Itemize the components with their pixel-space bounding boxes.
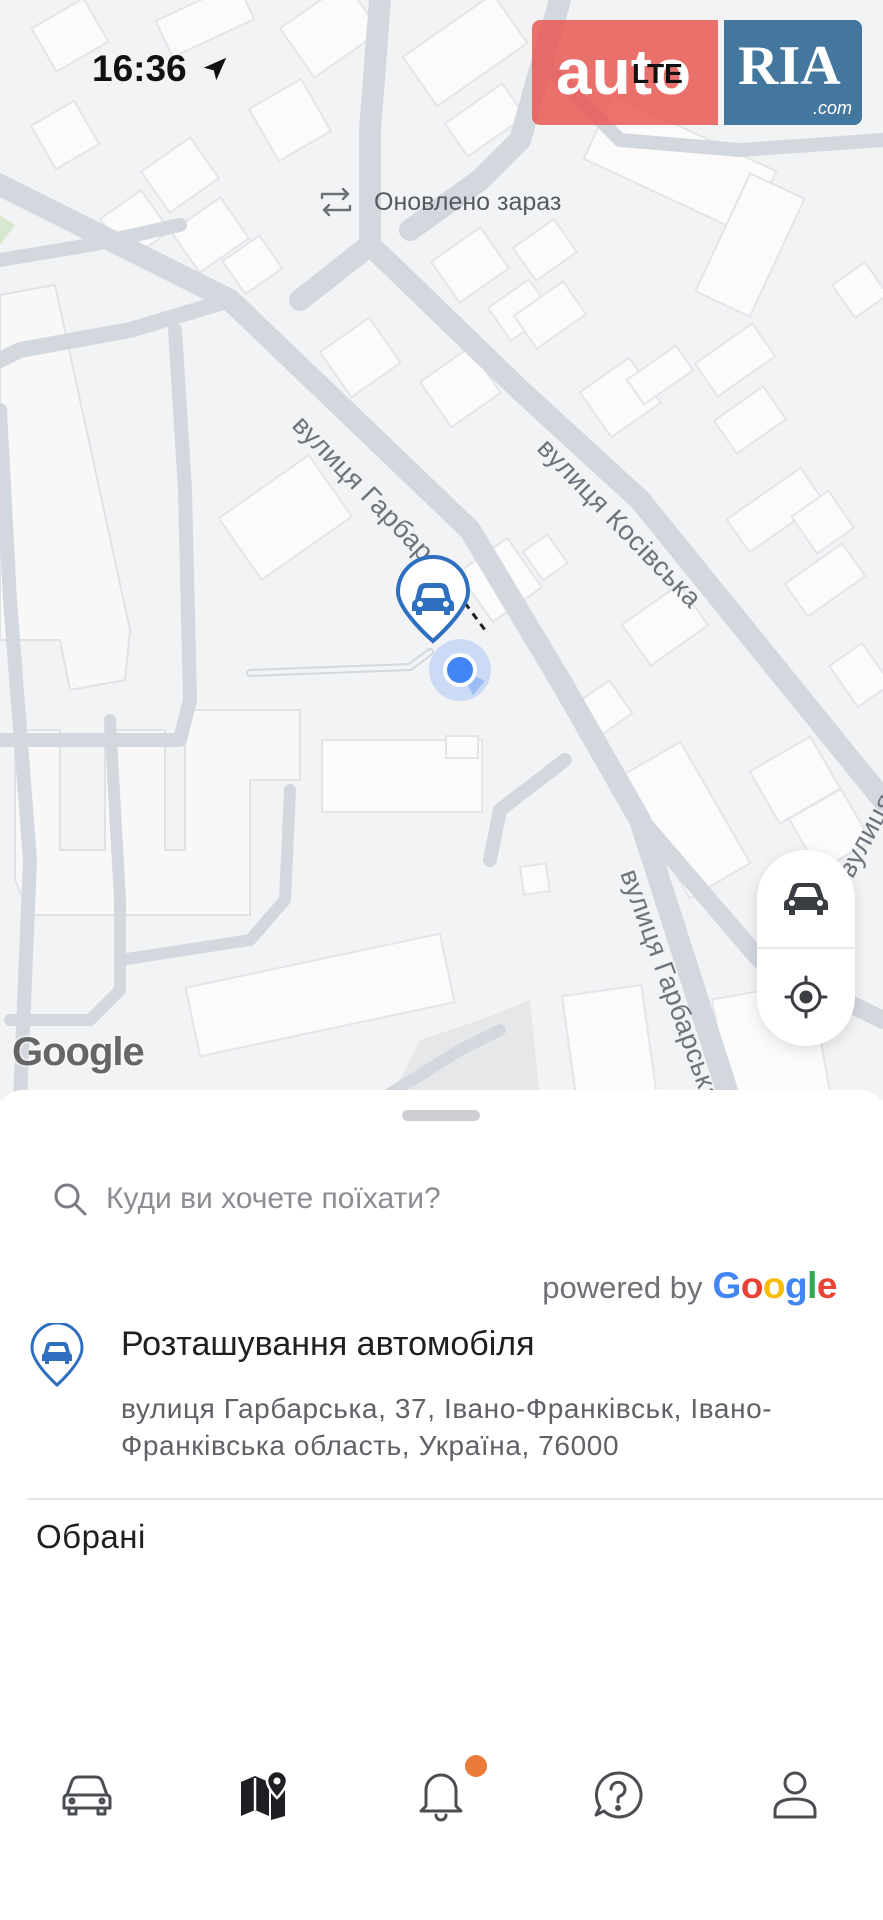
question-bubble-icon bbox=[594, 1771, 643, 1819]
updated-text: Оновлено зараз bbox=[374, 187, 562, 216]
vehicle-location-pin-icon bbox=[30, 1323, 84, 1387]
crosshair-icon bbox=[784, 975, 828, 1019]
map-controls bbox=[757, 850, 855, 1046]
google-letter: o bbox=[762, 1265, 786, 1306]
google-letter: g bbox=[785, 1265, 808, 1306]
car-icon bbox=[784, 883, 828, 915]
google-letter: l bbox=[807, 1265, 817, 1306]
favorites-title: Обрані bbox=[36, 1518, 146, 1555]
notification-badge bbox=[465, 1755, 487, 1777]
refresh-icon bbox=[320, 187, 352, 217]
map-view[interactable]: вулиця Гарбарська вулиця Косівська вулиц… bbox=[0, 0, 883, 1100]
google-wordmark: Google bbox=[712, 1265, 838, 1307]
status-time: 16:36 bbox=[92, 48, 187, 89]
autoria-watermark: auto LTE RIA .com bbox=[532, 20, 862, 125]
vehicle-location-address: вулиця Гарбарська, 37, Івано-Франківськ,… bbox=[121, 1393, 773, 1461]
search-bar[interactable] bbox=[52, 1170, 832, 1228]
bell-icon bbox=[419, 1773, 463, 1822]
watermark-com: .com bbox=[812, 98, 852, 118]
show-vehicle-button[interactable] bbox=[757, 850, 855, 948]
tab-profile[interactable] bbox=[745, 1745, 845, 1845]
vehicle-location-title: Розташування автомобіля bbox=[121, 1325, 535, 1363]
tab-map[interactable] bbox=[214, 1745, 314, 1845]
person-icon bbox=[773, 1771, 817, 1819]
watermark-ria-box: RIA .com bbox=[724, 20, 862, 125]
car-outline-icon bbox=[62, 1775, 112, 1816]
vehicle-location-item[interactable]: Розташування автомобіля вулиця Гарбарськ… bbox=[0, 1315, 883, 1465]
destination-search-input[interactable] bbox=[106, 1182, 806, 1216]
powered-by-text: powered by bbox=[542, 1270, 703, 1305]
google-letter: e bbox=[816, 1265, 838, 1306]
google-letter: o bbox=[740, 1265, 764, 1306]
search-icon bbox=[54, 1183, 87, 1216]
user-location-dot bbox=[429, 639, 491, 701]
location-arrow-icon bbox=[203, 57, 227, 81]
my-location-button[interactable] bbox=[757, 948, 855, 1046]
watermark-auto: auto bbox=[532, 20, 718, 125]
map-pin-icon bbox=[241, 1769, 289, 1820]
sheet-drag-handle[interactable] bbox=[402, 1110, 480, 1121]
tab-bar bbox=[0, 1745, 883, 1855]
google-map-logo: Google bbox=[12, 1030, 145, 1074]
update-status[interactable]: Оновлено зараз bbox=[314, 180, 561, 224]
powered-by-google: powered by Google bbox=[542, 1265, 837, 1307]
watermark-ria: RIA bbox=[738, 35, 841, 97]
vehicle-map-pin-icon[interactable] bbox=[394, 555, 472, 645]
google-letter: G bbox=[712, 1265, 742, 1306]
section-divider bbox=[27, 1498, 883, 1500]
status-lte: LTE bbox=[632, 58, 683, 89]
tab-vehicles[interactable] bbox=[37, 1745, 137, 1845]
tab-help[interactable] bbox=[568, 1745, 668, 1845]
